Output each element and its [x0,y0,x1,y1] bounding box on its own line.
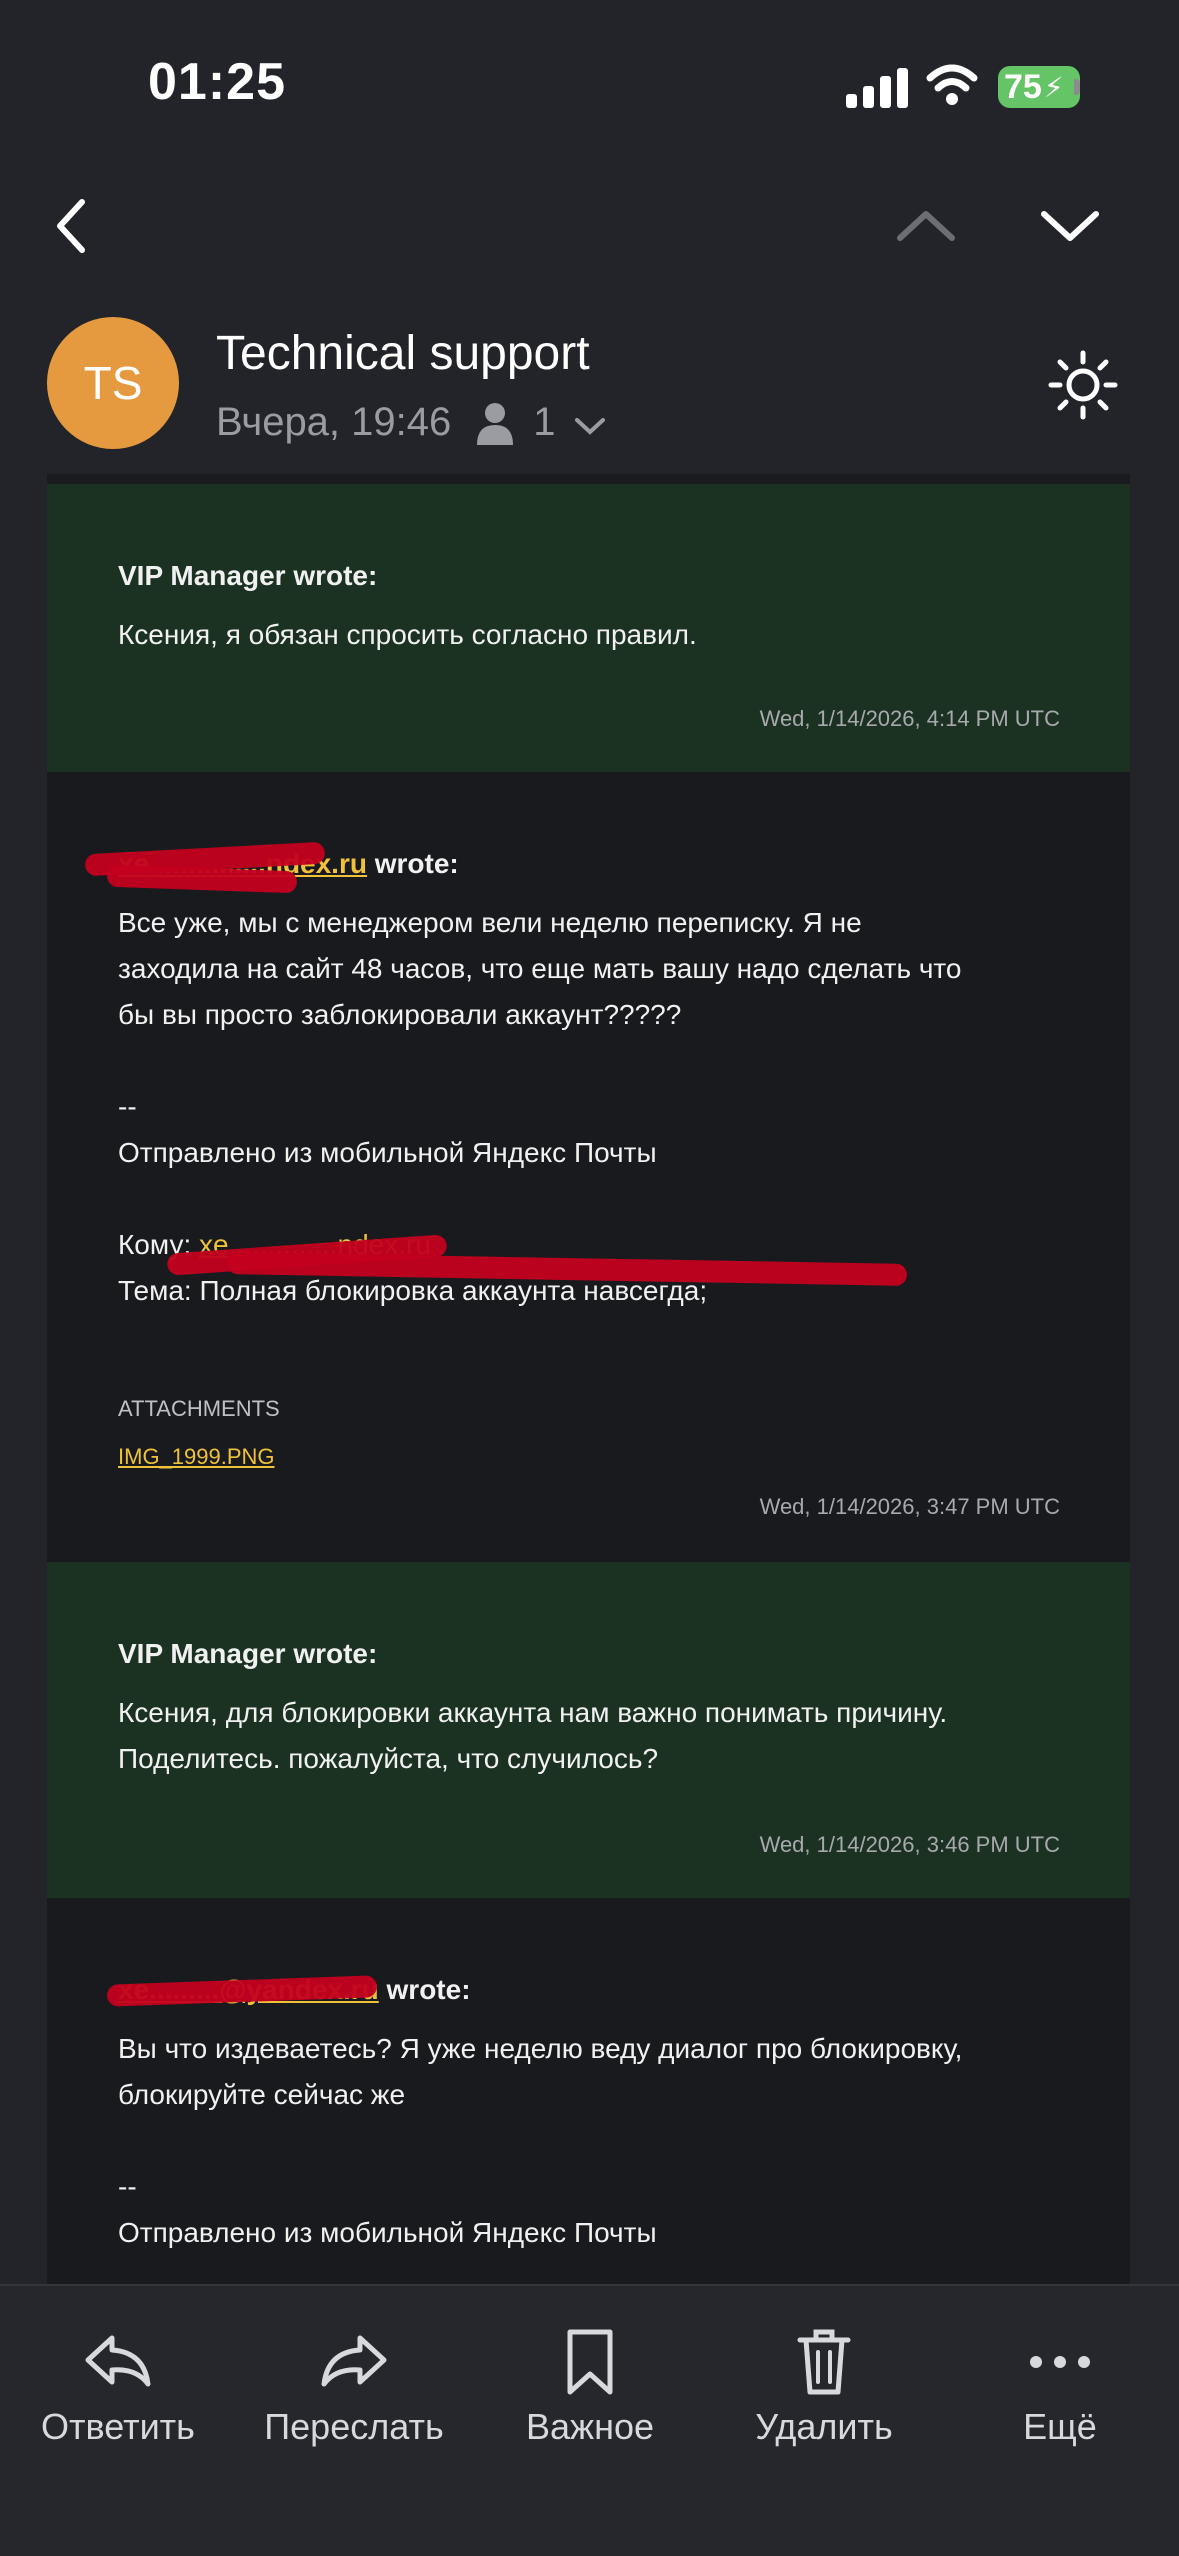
bottom-action-bar: Ответить Переслать Важное Удалить Ещё [0,2284,1179,2556]
attachment-link[interactable]: IMG_1999.PNG [118,1444,1060,1470]
recipients-count: 1 [533,400,556,444]
message-line: Поделитесь. пожалуйста, что случилось? [118,1743,659,1774]
email-screen: 01:25 75 ⚡ TS Technical support Вчера, 1… [0,0,1179,2556]
delete-label: Удалить [755,2406,893,2447]
message-line: Вы что издеваетесь? Я уже неделю веду ди… [118,2033,963,2064]
message-line: заходила на сайт 48 часов, что еще мать … [118,953,962,984]
message-author: VIP Manager wrote: [118,560,378,591]
message-meta[interactable]: Вчера, 19:46 1 [216,400,606,445]
sender-avatar: TS [47,317,179,449]
next-message-chevron-down-icon[interactable] [1040,206,1100,246]
quoted-message-user-1: xe...............ndex.ru wrote: Все уже,… [47,772,1130,1562]
message-line: Все уже, мы с менеджером вели неделю пер… [118,907,862,938]
message-line: блокируйте сейчас же [118,2079,406,2110]
sender-name[interactable]: Technical support [216,326,590,381]
message-author: VIP Manager wrote: [118,1638,378,1669]
author-suffix: wrote: [378,1974,471,2005]
reply-label: Ответить [41,2406,195,2447]
message-date: Вчера, 19:46 [216,400,452,444]
person-icon [477,402,514,445]
author-suffix: wrote: [366,848,459,879]
status-time: 01:25 [148,53,286,111]
avatar-initials: TS [83,357,143,409]
bookmark-icon [567,2329,613,2395]
quoted-message-manager-2: VIP Manager wrote: Ксения, для блокировк… [47,1562,1130,1898]
important-button[interactable]: Важное [480,2326,700,2448]
important-label: Важное [525,2406,655,2447]
quoted-message-manager-1: VIP Manager wrote: Ксения, я обязан спро… [47,484,1130,772]
attachments-title: ATTACHMENTS [118,1396,280,1421]
charging-icon: ⚡ [1043,71,1064,103]
signature-separator: -- [118,2171,137,2202]
signature: Отправлено из мобильной Яндекс Почты [118,2217,657,2248]
delete-button[interactable]: Удалить [714,2326,934,2448]
more-button[interactable]: Ещё [950,2326,1170,2448]
forward-icon [321,2335,387,2387]
reply-icon [85,2335,151,2387]
message-body: Ксения, для блокировки аккаунта нам важн… [118,1690,1060,1782]
message-line: бы вы просто заблокировали аккаунт????? [118,999,682,1030]
forward-label: Переслать [264,2406,444,2447]
signature-separator: -- [118,1091,137,1122]
more-label: Ещё [1023,2406,1097,2447]
message-body: Вы что издеваетесь? Я уже неделю веду ди… [118,2026,1060,2256]
battery-indicator: 75 ⚡ [998,66,1080,108]
header-divider [47,474,1130,484]
message-date: Wed, 1/14/2026, 3:46 PM UTC [759,1832,1060,1857]
message-date: Wed, 1/14/2026, 3:47 PM UTC [759,1494,1060,1519]
cellular-signal-icon [846,62,910,108]
more-icon [1030,2356,1090,2368]
message-line: Ксения, для блокировки аккаунта нам важн… [118,1697,948,1728]
wifi-icon [926,64,978,105]
message-body: Все уже, мы с менеджером вели неделю пер… [118,900,1060,1470]
theme-sun-icon[interactable] [1048,350,1118,420]
back-chevron-icon[interactable] [52,196,92,256]
previous-message-chevron-up-icon[interactable] [896,206,956,246]
message-date: Wed, 1/14/2026, 4:14 PM UTC [759,706,1060,731]
trash-icon [797,2329,851,2395]
signature: Отправлено из мобильной Яндекс Почты [118,1137,657,1168]
reply-button[interactable]: Ответить [8,2326,228,2448]
quoted-message-user-2: xe.........@yandex.ru wrote: Вы что изде… [47,1898,1130,2284]
battery-level: 75 [1004,67,1042,106]
message-text: Ксения, я обязан спросить согласно прави… [118,619,697,650]
forward-button[interactable]: Переслать [244,2326,464,2448]
chevron-down-icon [574,417,605,435]
battery-cap [1074,79,1080,95]
